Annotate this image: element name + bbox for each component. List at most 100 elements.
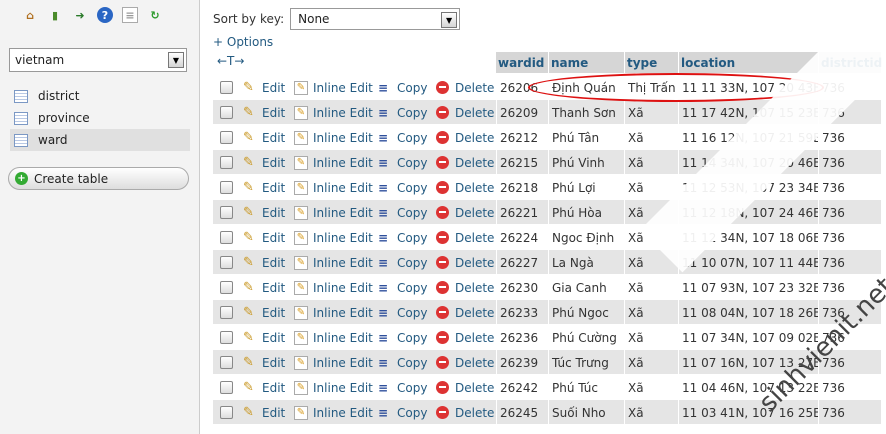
cell-districtid[interactable]: 736 xyxy=(818,400,881,425)
cell-wardid[interactable]: 26212 xyxy=(496,125,548,150)
row-checkbox[interactable] xyxy=(220,81,233,94)
inline-edit-link[interactable]: ✎ Inline Edit xyxy=(294,375,373,400)
cell-wardid[interactable]: 26224 xyxy=(496,225,548,250)
sidebar-item-ward[interactable]: ward xyxy=(10,129,190,151)
cell-type[interactable]: Xã xyxy=(624,100,678,125)
edit-link[interactable]: ✎ Edit xyxy=(243,325,285,350)
inline-edit-link[interactable]: ✎ Inline Edit xyxy=(294,300,373,325)
edit-link[interactable]: ✎ Edit xyxy=(243,350,285,375)
column-header-location[interactable]: location xyxy=(678,52,818,73)
cell-type[interactable]: Xã xyxy=(624,400,678,425)
delete-link[interactable]: Delete xyxy=(436,150,494,175)
cell-districtid[interactable]: 736 xyxy=(818,150,881,175)
copy-link[interactable]: ≡ Copy xyxy=(378,300,427,325)
help-icon[interactable]: ? xyxy=(97,7,113,23)
cell-wardid[interactable]: 26218 xyxy=(496,175,548,200)
delete-link[interactable]: Delete xyxy=(436,250,494,275)
edit-link[interactable]: ✎ Edit xyxy=(243,300,285,325)
cell-type[interactable]: Xã xyxy=(624,350,678,375)
copy-link[interactable]: ≡ Copy xyxy=(378,75,427,100)
row-checkbox[interactable] xyxy=(220,256,233,269)
edit-link[interactable]: ✎ Edit xyxy=(243,75,285,100)
cell-type[interactable]: Xã xyxy=(624,325,678,350)
copy-link[interactable]: ≡ Copy xyxy=(378,400,427,425)
copy-link[interactable]: ≡ Copy xyxy=(378,200,427,225)
column-header-name[interactable]: name xyxy=(548,52,624,73)
copy-link[interactable]: ≡ Copy xyxy=(378,375,427,400)
chevron-down-icon[interactable]: ▼ xyxy=(441,12,458,28)
cell-wardid[interactable]: 26215 xyxy=(496,150,548,175)
delete-link[interactable]: Delete xyxy=(436,200,494,225)
inline-edit-link[interactable]: ✎ Inline Edit xyxy=(294,200,373,225)
row-checkbox[interactable] xyxy=(220,181,233,194)
row-checkbox[interactable] xyxy=(220,356,233,369)
cell-type[interactable]: Xã xyxy=(624,275,678,300)
cell-name[interactable]: Suối Nho xyxy=(548,400,624,425)
column-header-type[interactable]: type xyxy=(624,52,678,73)
reload-icon[interactable]: ↻ xyxy=(147,7,163,23)
edit-link[interactable]: ✎ Edit xyxy=(243,225,285,250)
chevron-down-icon[interactable]: ▼ xyxy=(168,52,184,68)
cell-wardid[interactable]: 26227 xyxy=(496,250,548,275)
row-checkbox[interactable] xyxy=(220,381,233,394)
inline-edit-link[interactable]: ✎ Inline Edit xyxy=(294,325,373,350)
cell-location[interactable]: 11 03 41N, 107 16 25E xyxy=(678,400,818,425)
database-select[interactable]: vietnam ▼ xyxy=(9,48,187,72)
delete-link[interactable]: Delete xyxy=(436,375,494,400)
column-header-wardid[interactable]: wardid xyxy=(496,52,548,73)
copy-link[interactable]: ≡ Copy xyxy=(378,225,427,250)
cell-location[interactable]: 11 07 93N, 107 23 32E xyxy=(678,275,818,300)
copy-link[interactable]: ≡ Copy xyxy=(378,250,427,275)
edit-link[interactable]: ✎ Edit xyxy=(243,400,285,425)
edit-link[interactable]: ✎ Edit xyxy=(243,275,285,300)
edit-link[interactable]: ✎ Edit xyxy=(243,150,285,175)
inline-edit-link[interactable]: ✎ Inline Edit xyxy=(294,175,373,200)
cell-wardid[interactable]: 26233 xyxy=(496,300,548,325)
edit-link[interactable]: ✎ Edit xyxy=(243,250,285,275)
delete-link[interactable]: Delete xyxy=(436,100,494,125)
cell-name[interactable]: Thanh Sơn xyxy=(548,100,624,125)
options-link[interactable]: + Options xyxy=(213,35,273,49)
cell-districtid[interactable]: 736 xyxy=(818,225,881,250)
inline-edit-link[interactable]: ✎ Inline Edit xyxy=(294,250,373,275)
inline-edit-link[interactable]: ✎ Inline Edit xyxy=(294,225,373,250)
cell-districtid[interactable]: 736 xyxy=(818,375,881,400)
cell-wardid[interactable]: 26230 xyxy=(496,275,548,300)
cell-name[interactable]: Phú Ngoc xyxy=(548,300,624,325)
copy-link[interactable]: ≡ Copy xyxy=(378,125,427,150)
cell-name[interactable]: La Ngà xyxy=(548,250,624,275)
cell-type[interactable]: Xã xyxy=(624,175,678,200)
edit-link[interactable]: ✎ Edit xyxy=(243,125,285,150)
cell-name[interactable]: Gia Canh xyxy=(548,275,624,300)
inline-edit-link[interactable]: ✎ Inline Edit xyxy=(294,125,373,150)
inline-edit-link[interactable]: ✎ Inline Edit xyxy=(294,275,373,300)
inline-edit-link[interactable]: ✎ Inline Edit xyxy=(294,75,373,100)
row-checkbox[interactable] xyxy=(220,131,233,144)
edit-link[interactable]: ✎ Edit xyxy=(243,100,285,125)
documentation-icon[interactable]: ≡ xyxy=(122,7,138,23)
cell-wardid[interactable]: 26209 xyxy=(496,100,548,125)
cell-wardid[interactable]: 26242 xyxy=(496,375,548,400)
row-checkbox[interactable] xyxy=(220,206,233,219)
cell-districtid[interactable]: 736 xyxy=(818,175,881,200)
row-checkbox[interactable] xyxy=(220,406,233,419)
delete-link[interactable]: Delete xyxy=(436,75,494,100)
inline-edit-link[interactable]: ✎ Inline Edit xyxy=(294,150,373,175)
inline-edit-link[interactable]: ✎ Inline Edit xyxy=(294,350,373,375)
cell-name[interactable]: Phú Túc xyxy=(548,375,624,400)
row-checkbox[interactable] xyxy=(220,331,233,344)
cell-wardid[interactable]: 26236 xyxy=(496,325,548,350)
copy-link[interactable]: ≡ Copy xyxy=(378,100,427,125)
delete-link[interactable]: Delete xyxy=(436,175,494,200)
column-toggle-arrows[interactable]: ←T→ xyxy=(217,54,244,68)
row-checkbox[interactable] xyxy=(220,231,233,244)
delete-link[interactable]: Delete xyxy=(436,225,494,250)
delete-link[interactable]: Delete xyxy=(436,325,494,350)
inline-edit-link[interactable]: ✎ Inline Edit xyxy=(294,400,373,425)
cell-wardid[interactable]: 26239 xyxy=(496,350,548,375)
edit-link[interactable]: ✎ Edit xyxy=(243,200,285,225)
cell-name[interactable]: Túc Trưng xyxy=(548,350,624,375)
query-window-icon[interactable]: ➜ xyxy=(72,7,88,23)
inline-edit-link[interactable]: ✎ Inline Edit xyxy=(294,100,373,125)
cell-name[interactable]: Phú Cường xyxy=(548,325,624,350)
